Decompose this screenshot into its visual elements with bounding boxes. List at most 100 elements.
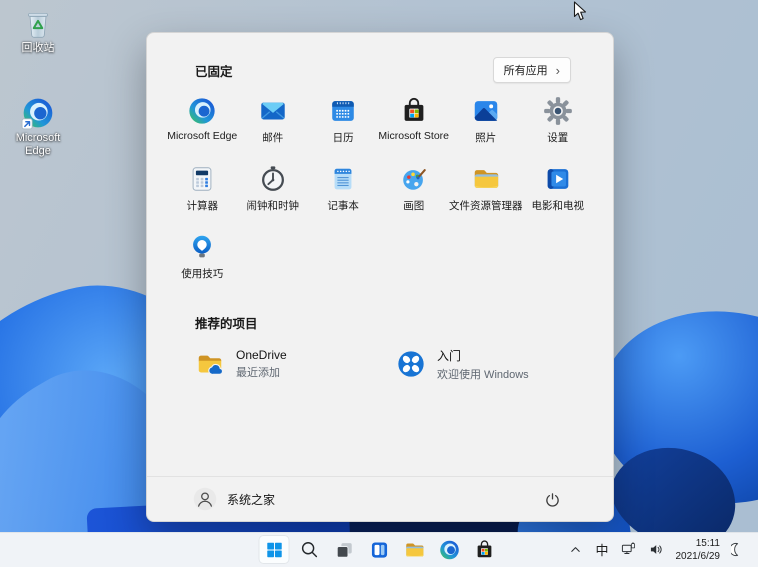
edge-icon bbox=[438, 539, 460, 561]
edge-icon bbox=[187, 96, 217, 126]
hidden-icons-button[interactable] bbox=[562, 536, 589, 563]
taskbar-store-button[interactable] bbox=[469, 535, 500, 564]
pinned-app-label: 设置 bbox=[547, 130, 568, 145]
taskbar-edge-button[interactable] bbox=[434, 535, 465, 564]
get-started-icon bbox=[396, 349, 426, 379]
win-icon bbox=[263, 539, 285, 561]
pinned-app-label: 闹钟和时钟 bbox=[246, 198, 299, 213]
store-icon bbox=[473, 539, 495, 561]
explorer-icon bbox=[471, 164, 501, 194]
pinned-app-tips[interactable]: 使用技巧 bbox=[167, 229, 237, 297]
chevron-up-icon bbox=[567, 541, 584, 558]
pinned-app-label: 计算器 bbox=[186, 198, 218, 213]
pinned-app-label: 画图 bbox=[403, 198, 424, 213]
task-view-icon bbox=[333, 539, 355, 561]
taskbar-task-view-button[interactable] bbox=[329, 535, 360, 564]
pinned-app-mail[interactable]: 邮件 bbox=[237, 93, 307, 161]
recycle-bin-icon bbox=[21, 6, 55, 40]
pinned-app-clock[interactable]: 闹钟和时钟 bbox=[237, 161, 307, 229]
pinned-app-store[interactable]: Microsoft Store bbox=[378, 93, 449, 161]
recommended-item-onedrive[interactable]: OneDrive 最近添加 bbox=[191, 340, 392, 388]
pinned-app-label: 使用技巧 bbox=[181, 266, 223, 281]
pinned-app-label: 照片 bbox=[475, 130, 496, 145]
pinned-section-title: 已固定 bbox=[195, 61, 233, 80]
widgets-icon bbox=[368, 539, 390, 561]
pinned-app-label: Microsoft Edge bbox=[167, 130, 237, 142]
start-menu: 已固定 所有应用 › Microsoft Edge 邮件 日历 Microsof… bbox=[146, 32, 614, 522]
recommended-item-title: OneDrive bbox=[236, 348, 287, 362]
volume-button[interactable] bbox=[643, 536, 670, 563]
calendar-icon bbox=[328, 96, 358, 126]
edge-icon bbox=[21, 96, 55, 130]
recommended-item-text: 入门欢迎使用 Windows bbox=[437, 347, 529, 382]
pinned-app-movies[interactable]: 电影和电视 bbox=[523, 161, 593, 229]
calculator-icon bbox=[187, 164, 217, 194]
explorer-icon bbox=[403, 539, 425, 561]
mail-icon bbox=[258, 96, 288, 126]
recommended-item-subtitle: 欢迎使用 Windows bbox=[437, 366, 529, 382]
all-apps-button[interactable]: 所有应用 › bbox=[493, 57, 571, 83]
onedrive-icon bbox=[195, 349, 225, 379]
moon-icon bbox=[731, 541, 748, 558]
clock-date: 2021/6/29 bbox=[676, 550, 721, 563]
desktop: 回收站 Microsoft Edge 已固定 所有应用 › Microsoft … bbox=[0, 0, 758, 567]
desktop-icon-recycle-bin[interactable]: 回收站 bbox=[5, 6, 71, 55]
user-avatar-icon bbox=[193, 487, 217, 511]
settings-icon bbox=[543, 96, 573, 126]
taskbar-start-button[interactable] bbox=[259, 535, 290, 564]
pinned-app-label: 记事本 bbox=[327, 198, 359, 213]
recommended-item-title: 入门 bbox=[437, 347, 529, 364]
speaker-icon bbox=[648, 541, 665, 558]
desktop-icon-label: 回收站 bbox=[22, 42, 55, 55]
start-menu-footer: 系统之家 bbox=[147, 476, 613, 521]
recommended-section-title: 推荐的项目 bbox=[147, 297, 613, 334]
network-icon bbox=[620, 541, 637, 558]
user-name: 系统之家 bbox=[227, 491, 275, 508]
ime-indicator[interactable]: 中 bbox=[590, 536, 613, 563]
taskbar-widgets-button[interactable] bbox=[364, 535, 395, 564]
pinned-header-row: 已固定 所有应用 › bbox=[147, 33, 613, 87]
power-button[interactable] bbox=[537, 484, 567, 514]
desktop-icon-microsoft-edge[interactable]: Microsoft Edge bbox=[5, 96, 71, 158]
pinned-app-label: 文件资源管理器 bbox=[449, 198, 523, 213]
taskbar: 中 15:11 2021/6/29 bbox=[0, 532, 758, 567]
clock-icon bbox=[258, 164, 288, 194]
desktop-icon-label: Microsoft Edge bbox=[5, 132, 71, 158]
pinned-app-settings[interactable]: 设置 bbox=[523, 93, 593, 161]
search-icon bbox=[298, 539, 320, 561]
all-apps-label: 所有应用 bbox=[504, 62, 548, 78]
pinned-app-notepad[interactable]: 记事本 bbox=[308, 161, 378, 229]
taskbar-center-buttons bbox=[259, 535, 500, 564]
pinned-app-paint[interactable]: 画图 bbox=[378, 161, 449, 229]
mouse-cursor bbox=[573, 1, 587, 26]
recommended-list: OneDrive 最近添加 入门欢迎使用 Windows bbox=[147, 334, 613, 388]
chevron-right-icon: › bbox=[556, 64, 560, 77]
user-profile-button[interactable]: 系统之家 bbox=[193, 487, 275, 511]
system-tray: 中 15:11 2021/6/29 bbox=[562, 535, 753, 564]
recommended-item-text: OneDrive 最近添加 bbox=[236, 348, 287, 380]
photos-icon bbox=[471, 96, 501, 126]
movies-icon bbox=[543, 164, 573, 194]
network-button[interactable] bbox=[615, 536, 642, 563]
pinned-app-calculator[interactable]: 计算器 bbox=[167, 161, 237, 229]
pinned-app-edge[interactable]: Microsoft Edge bbox=[167, 93, 237, 161]
recommended-item-subtitle: 最近添加 bbox=[236, 364, 287, 380]
pinned-app-label: 邮件 bbox=[262, 130, 283, 145]
pinned-app-explorer[interactable]: 文件资源管理器 bbox=[449, 161, 523, 229]
pinned-app-label: 电影和电视 bbox=[532, 198, 585, 213]
power-icon bbox=[543, 490, 562, 509]
notepad-icon bbox=[328, 164, 358, 194]
pinned-app-calendar[interactable]: 日历 bbox=[308, 93, 378, 161]
paint-icon bbox=[399, 164, 429, 194]
pinned-app-label: Microsoft Store bbox=[378, 130, 449, 142]
pinned-app-photos[interactable]: 照片 bbox=[449, 93, 523, 161]
clock[interactable]: 15:11 2021/6/29 bbox=[671, 537, 726, 563]
pinned-app-label: 日历 bbox=[333, 130, 354, 145]
store-icon bbox=[399, 96, 429, 126]
pinned-apps-grid: Microsoft Edge 邮件 日历 Microsoft Store 照片 设… bbox=[147, 87, 613, 297]
tips-icon bbox=[187, 232, 217, 262]
notification-center-button[interactable] bbox=[726, 536, 753, 563]
recommended-item-get-started[interactable]: 入门欢迎使用 Windows bbox=[392, 340, 593, 388]
taskbar-file-explorer-button[interactable] bbox=[399, 535, 430, 564]
taskbar-search-button[interactable] bbox=[294, 535, 325, 564]
